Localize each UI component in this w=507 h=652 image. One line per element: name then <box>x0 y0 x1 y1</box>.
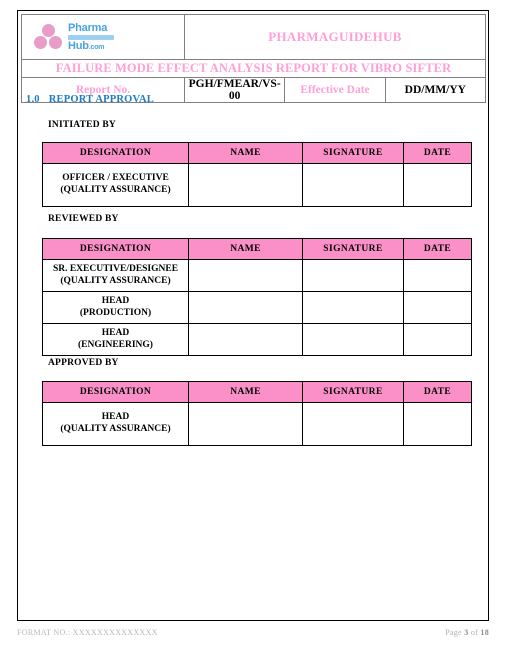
designation-line-1: HEAD <box>101 327 130 338</box>
header-doctitle-row: FAILURE MODE EFFECT ANALYSIS REPORT FOR … <box>21 59 486 78</box>
cell-date[interactable] <box>403 402 472 446</box>
cell-signature[interactable] <box>302 291 404 324</box>
cell-signature[interactable] <box>302 259 404 292</box>
cell-designation: HEAD (PRODUCTION) <box>42 291 189 324</box>
approval-table-approved-by: DESIGNATION NAME SIGNATURE DATE HEAD (QU… <box>42 381 472 446</box>
section-number: 1.0 <box>26 94 40 105</box>
table-header-row: DESIGNATION NAME SIGNATURE DATE <box>42 142 472 164</box>
designation-line-1: OFFICER / EXECUTIVE <box>62 173 169 184</box>
header-brand-row: Pharma Hub.com PHARMAGUIDEHUB <box>21 14 486 60</box>
footer-page-current: 3 <box>464 628 469 637</box>
cell-name[interactable] <box>188 259 303 292</box>
block-label-reviewed-by: REVIEWED BY <box>48 214 119 224</box>
document-header-table: Pharma Hub.com PHARMAGUIDEHUB FAILURE MO… <box>21 14 487 103</box>
footer-page-word: Page <box>445 628 462 637</box>
footer-page-of: of <box>470 628 479 637</box>
table-row: HEAD (QUALITY ASSURANCE) <box>42 402 472 446</box>
column-header-date: DATE <box>403 238 472 260</box>
table-row: OFFICER / EXECUTIVE (QUALITY ASSURANCE) <box>42 163 472 207</box>
cell-date[interactable] <box>403 323 472 356</box>
designation-line-1: SR. EXECUTIVE/DESIGNEE <box>52 263 179 274</box>
cell-name[interactable] <box>188 163 303 207</box>
document-title: FAILURE MODE EFFECT ANALYSIS REPORT FOR … <box>21 59 486 78</box>
cell-date[interactable] <box>403 259 472 292</box>
table-header-row: DESIGNATION NAME SIGNATURE DATE <box>42 381 472 403</box>
section-title: REPORT APPROVAL <box>48 94 154 105</box>
logo-dots-icon <box>34 23 64 51</box>
column-header-name: NAME <box>188 238 303 260</box>
column-header-date: DATE <box>403 381 472 403</box>
table-row: SR. EXECUTIVE/DESIGNEE (QUALITY ASSURANC… <box>42 259 472 292</box>
column-header-signature: SIGNATURE <box>302 238 404 260</box>
logo-line2: Hub.com <box>68 39 105 52</box>
effective-date-value: DD/MM/YY <box>384 77 487 103</box>
designation-line-1: HEAD <box>101 295 130 306</box>
section-heading: 1.0 REPORT APPROVAL <box>26 94 154 105</box>
cell-signature[interactable] <box>302 402 404 446</box>
column-header-signature: SIGNATURE <box>302 381 404 403</box>
column-header-designation: DESIGNATION <box>42 142 189 164</box>
cell-designation: OFFICER / EXECUTIVE (QUALITY ASSURANCE) <box>42 163 189 207</box>
cell-date[interactable] <box>403 163 472 207</box>
footer-page-info: Page 3 of 18 <box>445 628 489 637</box>
logo-line1: Pharma <box>68 21 108 34</box>
column-header-designation: DESIGNATION <box>42 238 189 260</box>
approval-table-reviewed-by: DESIGNATION NAME SIGNATURE DATE SR. EXEC… <box>42 238 472 356</box>
designation-line-1: HEAD <box>101 412 130 423</box>
cell-name[interactable] <box>188 323 303 356</box>
cell-name[interactable] <box>188 402 303 446</box>
designation-line-2: (QUALITY ASSURANCE) <box>60 185 171 195</box>
effective-date-label: Effective Date <box>284 77 386 103</box>
pharmahub-logo: Pharma Hub.com <box>34 21 184 52</box>
table-header-row: DESIGNATION NAME SIGNATURE DATE <box>42 238 472 260</box>
approval-table-initiated-by: DESIGNATION NAME SIGNATURE DATE OFFICER … <box>42 142 472 207</box>
column-header-name: NAME <box>188 381 303 403</box>
logo-cell: Pharma Hub.com <box>21 14 185 60</box>
designation-line-2: (ENGINEERING) <box>78 339 153 350</box>
cell-designation: HEAD (ENGINEERING) <box>42 323 189 356</box>
cell-date[interactable] <box>403 291 472 324</box>
table-row: HEAD (ENGINEERING) <box>42 323 472 356</box>
page-footer: FORMAT NO.: XXXXXXXXXXXXXX Page 3 of 18 <box>17 628 489 637</box>
cell-signature[interactable] <box>302 163 404 207</box>
block-label-approved-by: APPROVED BY <box>48 358 119 368</box>
column-header-signature: SIGNATURE <box>302 142 404 164</box>
designation-line-2: (QUALITY ASSURANCE) <box>60 424 171 434</box>
column-header-designation: DESIGNATION <box>42 381 189 403</box>
cell-name[interactable] <box>188 291 303 324</box>
footer-page-total: 18 <box>480 628 489 637</box>
report-no-value: PGH/FMEAR/VS-00 <box>183 77 286 103</box>
cell-signature[interactable] <box>302 323 404 356</box>
footer-format-no: FORMAT NO.: XXXXXXXXXXXXXX <box>17 628 158 637</box>
table-row: HEAD (PRODUCTION) <box>42 291 472 324</box>
designation-line-2: (QUALITY ASSURANCE) <box>60 275 171 286</box>
logo-text: Pharma Hub.com <box>68 21 114 52</box>
designation-line-2: (PRODUCTION) <box>79 307 152 318</box>
brand-title: PHARMAGUIDEHUB <box>184 14 486 60</box>
block-label-initiated-by: INITIATED BY <box>48 120 116 130</box>
column-header-name: NAME <box>188 142 303 164</box>
cell-designation: HEAD (QUALITY ASSURANCE) <box>42 402 189 446</box>
column-header-date: DATE <box>403 142 472 164</box>
cell-designation: SR. EXECUTIVE/DESIGNEE (QUALITY ASSURANC… <box>42 259 189 292</box>
